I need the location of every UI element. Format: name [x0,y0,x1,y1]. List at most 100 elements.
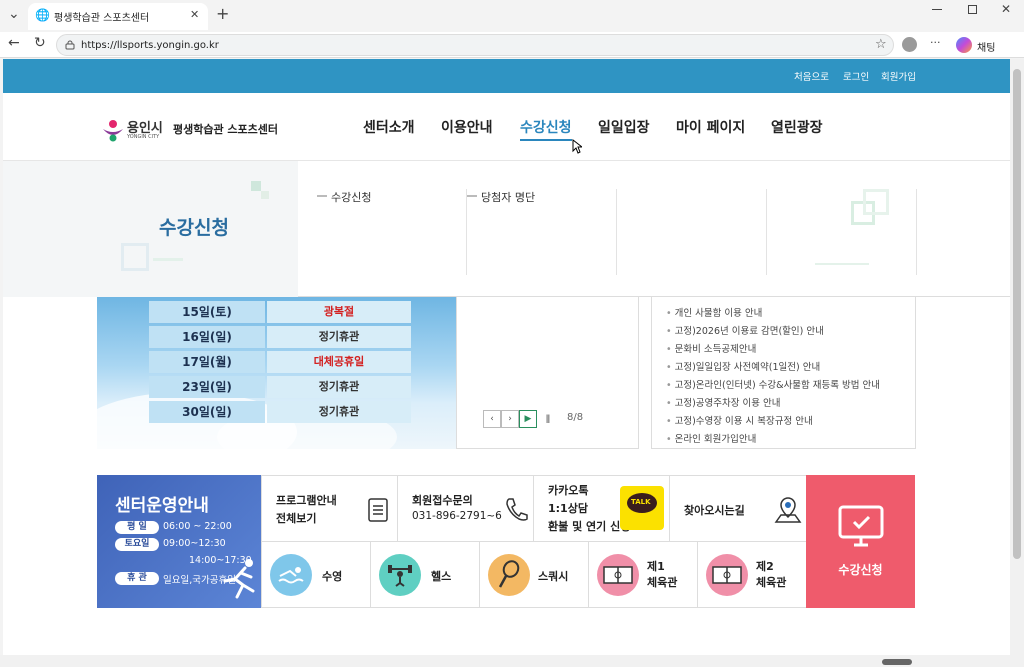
facility-swimming[interactable]: 수영 [262,542,371,608]
calendar-label: 정기휴관 [267,376,411,398]
nav-open-square[interactable]: 열린광장 [771,117,823,137]
yongin-logo-icon [103,120,123,142]
scroll-thumb[interactable] [1013,69,1021,559]
facility-squash[interactable]: 스쿼시 [480,542,589,608]
browser-tab[interactable]: 🌐 평생학습관 스포츠센터 ✕ [28,3,208,30]
slider-panel: ‹ › ▶ ǁ 8/8 [456,297,639,449]
new-tab-button[interactable]: + [216,4,229,23]
facility-gym-2-number: 제2 [756,560,774,573]
bullet-icon: • [666,308,675,319]
scroll-thumb-horizontal[interactable] [882,659,912,665]
calendar-row: 15일(토) 광복절 [149,301,411,323]
notice-title: 고정)수영장 이용 시 복장규정 안내 [674,416,813,427]
kakao-consult-label: 1:1상담 [548,502,588,515]
home-link[interactable]: 처음으로 [794,69,829,83]
nav-my-page[interactable]: 마이 페이지 [676,117,745,137]
directions-link[interactable]: 찾아오시는길 [670,476,807,542]
phone-number: 031-896-2791~6 [412,510,502,522]
quick-links: 프로그램안내 전체보기 회원접수문의 031-896-2791~6 카카오톡 1… [261,475,807,608]
notice-title: 온라인 회원가입안내 [674,434,757,445]
slider-next-button[interactable]: › [501,410,519,428]
bullet-icon: • [666,362,675,373]
notice-title: 고정)일일입장 사전예약(1일전) 안내 [674,362,821,373]
calendar-label: 대체공휴일 [267,351,411,373]
facility-gym-2[interactable]: 제2 체육관 [698,542,807,608]
notice-item[interactable]: • 고정)온라인(인터넷) 수강&사물함 재등록 방법 안내 [666,377,880,391]
bullet-icon: • [666,326,675,337]
login-link[interactable]: 로그인 [843,69,869,83]
program-guide-link[interactable]: 프로그램안내 전체보기 [262,476,398,542]
mega-menu-title-panel: 수강신청 [3,161,298,297]
chat-label[interactable]: 채팅 [977,39,995,54]
calendar-label: 광복절 [267,301,411,323]
vertical-scrollbar[interactable] [1010,59,1024,656]
favorite-star-icon[interactable]: ☆ [875,37,887,52]
notice-item[interactable]: • 개인 사물함 이용 안내 [666,305,762,319]
site-info-icon[interactable] [65,40,75,50]
weekday-hours: 06:00 ~ 22:00 [163,521,232,532]
nav-enrollment[interactable]: 수강신청 [520,117,572,137]
facility-gym-label: 헬스 [431,570,452,583]
mega-item-winners[interactable]: 당첨자 명단 [481,189,535,205]
decor-square [251,181,261,191]
mega-column-2: 당첨자 명단 [467,189,617,275]
calendar-date: 17일(월) [149,351,265,373]
profile-avatar[interactable] [902,37,917,52]
facility-gym-1-label: 체육관 [647,576,678,589]
swimming-icon [270,554,312,596]
notice-item[interactable]: • 고정)일일입장 사전예약(1일전) 안내 [666,359,820,373]
saturday-hours-am: 09:00~12:30 [163,538,226,549]
web-page: 처음으로 로그인 회원가입 용인시 YONGIN CITY 평생학습관 스포츠센… [3,59,1010,656]
address-bar[interactable]: https://llsports.yongin.go.kr ☆ [56,34,894,56]
browser-tab-bar: ⌄ 🌐 평생학습관 스포츠센터 ✕ + ✕ [0,0,1024,32]
facility-gym-1[interactable]: 제1 체육관 [589,542,698,608]
map-pin-icon [774,497,802,523]
notice-item[interactable]: • 온라인 회원가입안내 [666,431,756,445]
settings-menu-icon[interactable]: ··· [930,36,941,49]
nav-daily-entry[interactable]: 일일입장 [598,117,650,137]
facility-gym-1-number: 제1 [647,560,665,573]
notice-item[interactable]: • 고정)수영장 이용 시 복장규정 안내 [666,413,813,427]
squash-racket-icon [488,554,530,596]
nav-usage-guide[interactable]: 이용안내 [441,117,493,137]
reload-icon[interactable]: ↻ [34,35,46,51]
calendar-date: 15일(토) [149,301,265,323]
nav-active-underline [520,139,572,141]
notice-title: 문화비 소득공제안내 [674,344,757,355]
kakao-consult-link[interactable]: 카카오톡 1:1상담 환불 및 연기 신청 TALK [534,476,670,542]
holiday-calendar-banner[interactable]: 15일(토) 광복절 16일(일) 정기휴관 17일(월) 대체공휴일 23일(일) 정기휴관… [97,297,456,449]
browser-toolbar: ← ↻ https://llsports.yongin.go.kr ☆ ··· … [0,32,1024,58]
nav-center-intro[interactable]: 센터소개 [363,117,415,137]
maximize-icon[interactable] [968,5,977,14]
horizontal-scrollbar[interactable] [0,655,1024,667]
utility-bar: 처음으로 로그인 회원가입 [3,59,1010,93]
notice-item[interactable]: • 고정)공영주차장 이용 안내 [666,395,781,409]
mega-item-enroll[interactable]: 수강신청 [331,189,371,205]
logo-site-name: 평생학습관 스포츠센터 [173,123,279,136]
weightlifting-icon [379,554,421,596]
join-link[interactable]: 회원가입 [881,69,916,83]
notice-item[interactable]: • 문화비 소득공제안내 [666,341,756,355]
back-arrow-icon[interactable]: ← [8,35,20,51]
facility-swimming-label: 수영 [322,570,343,583]
facility-gym[interactable]: 헬스 [371,542,480,608]
member-inquiry-link[interactable]: 회원접수문의 031-896-2791~6 [398,476,534,542]
minimize-icon[interactable] [932,9,942,10]
close-window-icon[interactable]: ✕ [1001,2,1011,16]
close-tab-icon[interactable]: ✕ [190,8,199,21]
notice-item[interactable]: • 고정)2026년 이용료 감면(할인) 안내 [666,323,824,337]
tab-list-chevron-icon[interactable]: ⌄ [8,6,20,22]
monitor-check-icon [838,505,884,547]
calendar-label: 정기휴관 [267,401,411,423]
copilot-icon[interactable] [956,37,972,53]
decor-line [153,258,183,261]
slider-play-button[interactable]: ▶ [519,410,537,428]
slider-prev-button[interactable]: ‹ [483,410,501,428]
decor-line [815,263,869,265]
slider-pause-button[interactable]: ǁ [539,410,557,428]
enroll-button[interactable]: 수강신청 [806,475,915,608]
decor-square [863,189,889,215]
logo-city-en: YONGIN CITY [127,134,160,140]
mega-column-1: 수강신청 [317,189,467,275]
globe-icon: 🌐 [35,8,50,22]
